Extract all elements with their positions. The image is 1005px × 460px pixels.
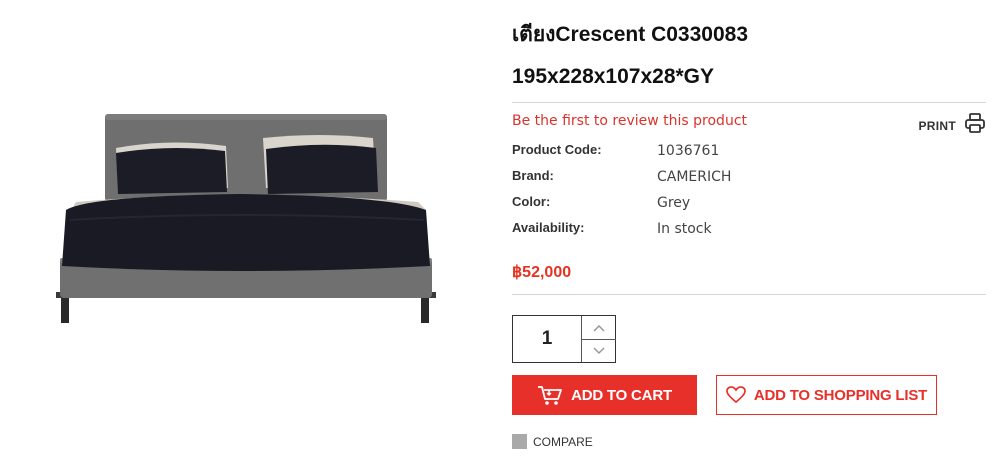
spec-row-product-code: Product Code: 1036761 xyxy=(512,142,986,166)
divider xyxy=(512,294,986,295)
heart-icon xyxy=(726,386,746,404)
quantity-step-controls xyxy=(581,316,616,362)
quantity-decrease-button[interactable] xyxy=(582,339,616,362)
add-to-cart-button[interactable]: ADD TO CART xyxy=(512,375,697,415)
quantity-increase-button[interactable] xyxy=(582,316,616,340)
quantity-stepper xyxy=(512,315,616,363)
spec-value: Grey xyxy=(657,195,691,211)
product-price: ฿52,000 xyxy=(512,264,572,281)
spec-label: Product Code: xyxy=(512,142,602,157)
compare-checkbox-box xyxy=(512,434,527,449)
cart-icon xyxy=(538,386,562,405)
product-title-line-2: 195x228x107x28*GY xyxy=(512,65,715,88)
add-to-cart-label: ADD TO CART xyxy=(571,386,672,404)
spec-label: Availability: xyxy=(512,220,585,235)
spec-value: CAMERICH xyxy=(657,169,732,185)
spec-label: Color: xyxy=(512,194,551,209)
product-title-line-1: เตียงCrescent C0330083 xyxy=(512,23,749,46)
spec-value: 1036761 xyxy=(657,143,720,159)
spec-label: Brand: xyxy=(512,168,554,183)
bed-photo xyxy=(56,114,436,323)
review-link[interactable]: Be the first to review this product xyxy=(512,113,747,129)
print-label: PRINT xyxy=(918,119,956,133)
product-title: เตียงCrescent C0330083 195x228x107x28*GY xyxy=(512,14,986,98)
spec-row-color: Color: Grey xyxy=(512,194,986,218)
quantity-input[interactable] xyxy=(513,316,581,362)
spec-row-brand: Brand: CAMERICH xyxy=(512,168,986,192)
printer-icon xyxy=(965,113,985,133)
compare-checkbox[interactable]: COMPARE xyxy=(512,434,593,449)
chevron-up-icon xyxy=(593,324,605,332)
spec-row-availability: Availability: In stock xyxy=(512,220,986,244)
add-to-shopping-list-button[interactable]: ADD TO SHOPPING LIST xyxy=(716,375,937,415)
spec-value: In stock xyxy=(657,221,712,237)
chevron-down-icon xyxy=(593,346,605,354)
divider xyxy=(512,102,986,103)
print-button[interactable]: PRINT xyxy=(919,112,987,134)
product-image[interactable] xyxy=(30,10,470,430)
add-to-shopping-list-label: ADD TO SHOPPING LIST xyxy=(753,386,928,404)
product-details: เตียงCrescent C0330083 195x228x107x28*GY… xyxy=(512,0,986,460)
compare-label: COMPARE xyxy=(533,434,593,449)
